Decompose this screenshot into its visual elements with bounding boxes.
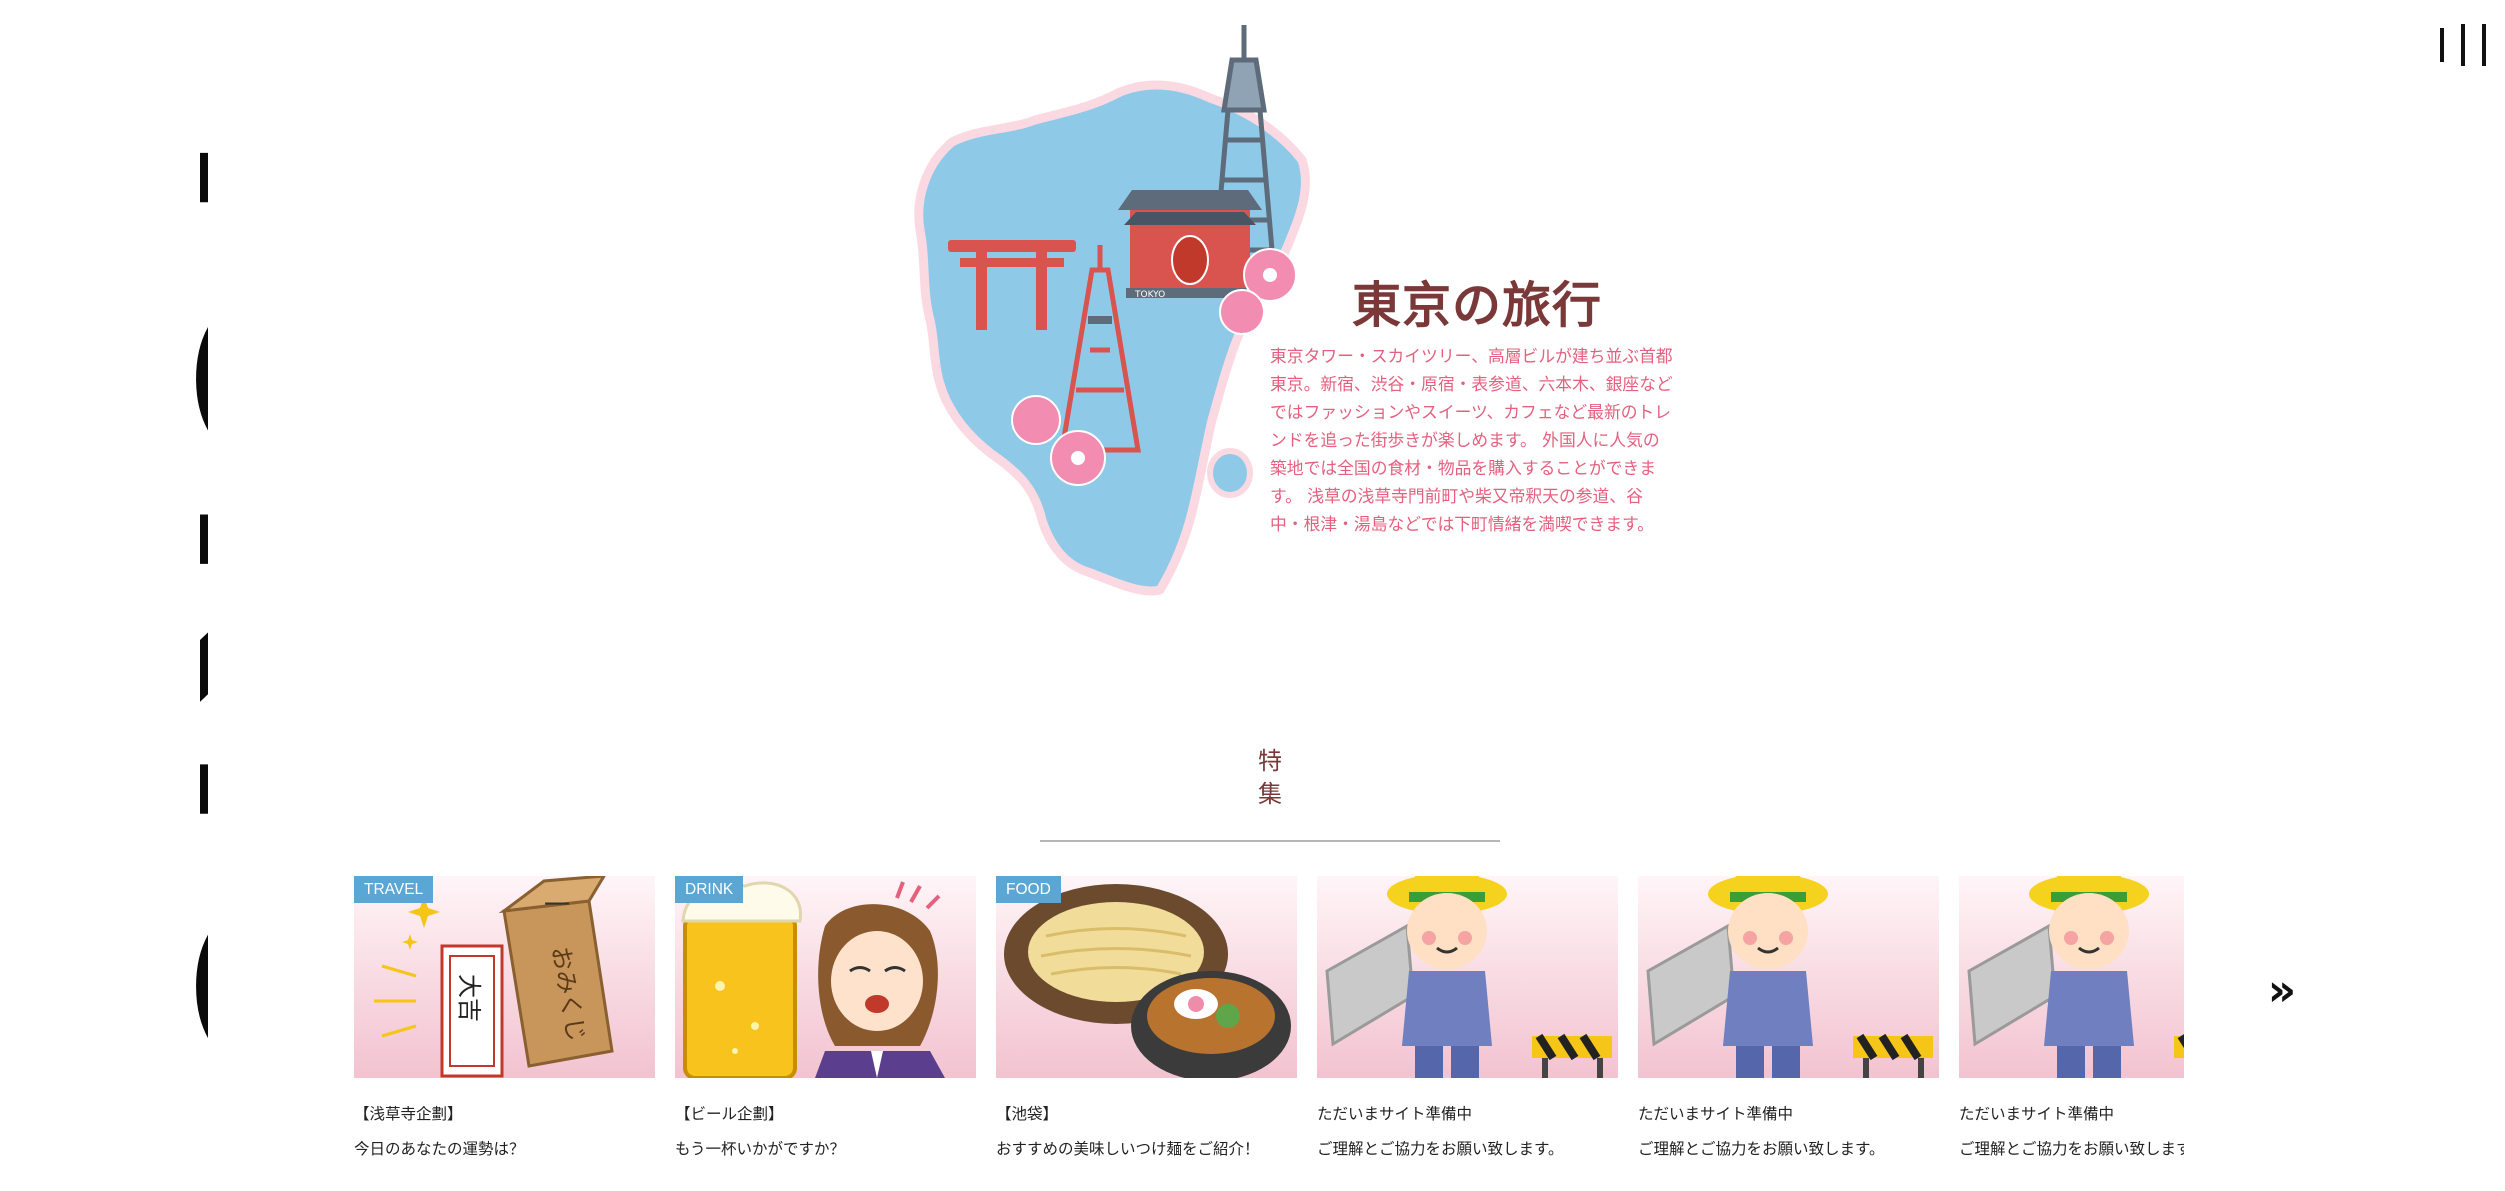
card-title: ただいまサイト準備中 — [1638, 1105, 1794, 1123]
card-title: ただいまサイト準備中 — [1959, 1105, 2115, 1123]
construction-worker-illustration — [1638, 876, 1939, 1078]
daikichi-label: 大吉 — [455, 974, 483, 1022]
tsukemen-illustration: FOOD — [996, 876, 1297, 1078]
card-title: 【浅草寺企劃】 — [354, 1105, 463, 1123]
card-subtitle: ご理解とご協力をお願い致します。 — [1959, 1140, 2184, 1158]
menu-bar-icon — [2461, 24, 2465, 66]
card-subtitle: ご理解とご協力をお願い致します。 — [1317, 1140, 1564, 1158]
feature-card-drink[interactable]: DRINK 【ビール企劃】 もう一杯いかがですか？ — [675, 876, 976, 1159]
omikuji-box-mark: 一 — [544, 891, 570, 921]
temple-sign: TOKYO — [1134, 290, 1165, 300]
card-category-tag: DRINK — [675, 876, 744, 903]
beer-illustration: DRINK — [675, 876, 976, 1078]
card-subtitle: おすすめの美味しいつけ麺をご紹介！ — [996, 1140, 1260, 1158]
tokyo-vertical-logo: TOKYO — [0, 88, 208, 1098]
construction-worker-illustration — [1317, 876, 1618, 1078]
card-subtitle: ご理解とご協力をお願い致します。 — [1638, 1140, 1885, 1158]
double-chevron-right-icon: » — [2267, 965, 2297, 1016]
card-category-tag: TRAVEL — [354, 876, 434, 903]
features-heading: 特 集 — [1238, 745, 1302, 811]
sparkle-icon — [402, 896, 440, 950]
menu-bar-icon — [2482, 24, 2486, 66]
feature-card-food[interactable]: FOOD 【池袋】 おすすめの美味しいつけ麺をご紹介！ — [996, 876, 1297, 1159]
card-subtitle: 今日のあなたの運勢は？ — [354, 1140, 525, 1158]
card-title: ただいまサイト準備中 — [1317, 1105, 1473, 1123]
features-heading-char: 特 — [1258, 747, 1282, 775]
hero-title: 東京の旅行 — [1352, 276, 1603, 334]
menu-button[interactable] — [2440, 20, 2486, 70]
beer-mug-icon — [681, 881, 802, 1078]
card-subtitle: もう一杯いかがですか？ — [675, 1140, 846, 1158]
features-heading-char: 集 — [1258, 780, 1282, 808]
tokyo-logo-text: TOKYO — [134, 88, 208, 1098]
daikichi-slip-icon: 大吉 — [440, 944, 504, 1078]
feature-card-coming-soon[interactable]: ただいまサイト準備中 ご理解とご協力をお願い致します。 — [1638, 876, 1939, 1159]
omikuji-box-icon: 一 おみくじ — [498, 876, 614, 1068]
dipping-bowl-icon — [1131, 971, 1291, 1078]
card-category-tag: FOOD — [996, 876, 1061, 903]
card-title: 【池袋】 — [996, 1105, 1059, 1123]
carousel-next-button[interactable]: » — [2262, 968, 2302, 1014]
menu-bar-icon — [2440, 28, 2444, 62]
omikuji-illustration: 一 おみくじ 大吉 TRAVEL — [354, 876, 655, 1078]
card-title: 【ビール企劃】 — [675, 1105, 784, 1123]
feature-card-coming-soon[interactable]: ただいまサイト準備中 ご理解とご協力をお願い致します。 — [1959, 876, 2184, 1159]
feature-card-travel[interactable]: 一 おみくじ 大吉 TRAVEL 【浅草寺企劃】 今日のあなたの運勢は？ — [354, 876, 655, 1159]
temple-gate-icon: TOKYO — [1118, 190, 1262, 300]
features-divider — [1040, 840, 1500, 842]
woman-character-icon — [815, 904, 945, 1078]
hero-description: 東京タワー・スカイツリー、高層ビルが建ち並ぶ首都東京。新宿、渋谷・原宿・表参道、… — [1270, 346, 1673, 534]
construction-worker-illustration — [1959, 876, 2184, 1078]
features-carousel: 一 おみくじ 大吉 TRAVEL 【浅草寺企劃】 今日のあなたの運勢は？ DRI… — [354, 876, 2184, 1191]
feature-card-coming-soon[interactable]: ただいまサイト準備中 ご理解とご協力をお願い致します。 — [1317, 876, 1618, 1159]
